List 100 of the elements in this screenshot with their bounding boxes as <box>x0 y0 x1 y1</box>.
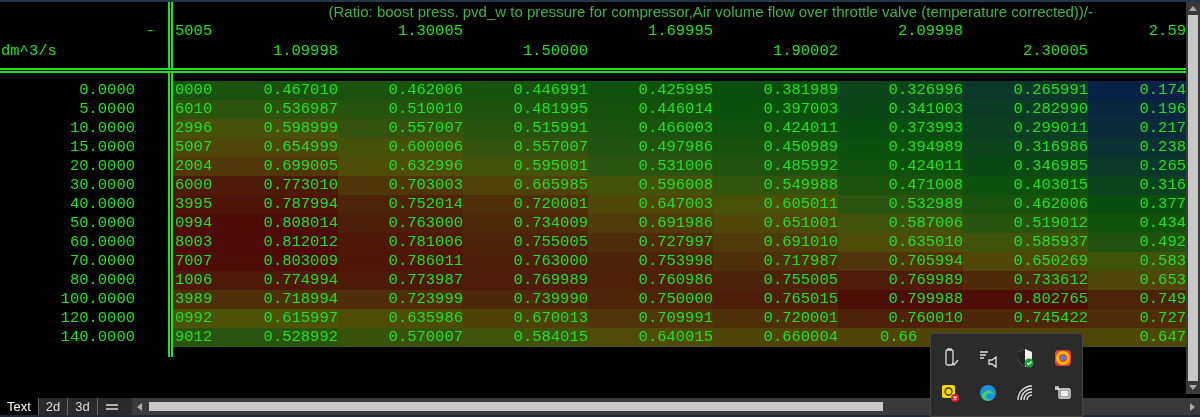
table-cell: 0.446991 <box>463 81 588 100</box>
table-cell: 0.462006 <box>963 195 1088 214</box>
table-cell: 0.691010 <box>713 233 838 252</box>
table-cell: 0.424011 <box>713 119 838 138</box>
scroll-right-icon <box>1189 401 1197 412</box>
table-cell: 0.536987 <box>213 100 338 119</box>
table-cell: 0.462006 <box>338 81 463 100</box>
scroll-up-icon <box>1188 4 1198 12</box>
table-cell: 0.727997 <box>588 233 713 252</box>
table-cell: 0.773987 <box>338 271 463 290</box>
axis-title: (Ratio: boost press. pvd_w to pressure for compressor,Air volume flow over throttle valve (temperature corrected))/- <box>328 2 1093 22</box>
browser-icon[interactable] <box>977 382 998 403</box>
table-cell: 0.703003 <box>338 176 463 195</box>
table-cell: 0.585937 <box>963 233 1088 252</box>
table-cell: 0.727 <box>1088 309 1186 328</box>
table-cell: 0.377 <box>1088 195 1186 214</box>
table-cell: 0.812012 <box>213 233 338 252</box>
table-cell: 0992 <box>173 309 213 328</box>
table-cell: 0.786011 <box>338 252 463 271</box>
row-header: 50.0000 <box>69 214 135 233</box>
table-cell: 0.769989 <box>838 271 963 290</box>
table-cell: 0.691986 <box>588 214 713 233</box>
table-cell: 3995 <box>173 195 213 214</box>
table-cell: 0.755005 <box>713 271 838 290</box>
table-cell: 0.174 <box>1088 81 1186 100</box>
table-cell: 0.265991 <box>963 81 1088 100</box>
table-cell: 0.596008 <box>588 176 713 195</box>
row-header: 30.0000 <box>69 176 135 195</box>
column-header: 1.50000 <box>522 42 588 62</box>
table-cell: 5007 <box>173 138 213 157</box>
table-cell: 7007 <box>173 252 213 271</box>
table-cell: 0.316986 <box>963 138 1088 157</box>
table-cell: 0.446014 <box>588 100 713 119</box>
table-cell: 0.755005 <box>463 233 588 252</box>
table-cell: 0.424011 <box>838 157 963 176</box>
table-cell: 0.650269 <box>963 252 1088 271</box>
table-cell: 0.515991 <box>463 119 588 138</box>
table-cell: 0.282990 <box>963 100 1088 119</box>
row-header: 120.0000 <box>60 309 135 328</box>
table-cell: 0.497986 <box>588 138 713 157</box>
table-cell: 0.326996 <box>838 81 963 100</box>
table-cell: 0.718994 <box>213 290 338 309</box>
table-cell: 0.640015 <box>588 328 713 347</box>
table-cell: 0.481995 <box>463 100 588 119</box>
table-cell: 0.557007 <box>338 119 463 138</box>
table-cell: 0.654999 <box>213 138 338 157</box>
row-header: 80.0000 <box>69 271 135 290</box>
table-cell: 0.763000 <box>463 252 588 271</box>
row-header: 5.0000 <box>79 100 135 119</box>
table-cell: 0.734009 <box>463 214 588 233</box>
table-cell: 0.653 <box>1088 271 1186 290</box>
table-cell: 0.600006 <box>338 138 463 157</box>
table-cell: 0.709991 <box>588 309 713 328</box>
vertical-scrollbar[interactable] <box>1186 2 1200 394</box>
table-cell: 0.720001 <box>713 309 838 328</box>
table-cell: 0994 <box>173 214 213 233</box>
table-cell: 0.531006 <box>588 157 713 176</box>
table-cell: 0.745422 <box>963 309 1088 328</box>
table-cell: 0.196 <box>1088 100 1186 119</box>
table-cell: 0.299011 <box>963 119 1088 138</box>
table-cell: 6000 <box>173 176 213 195</box>
table-cell: 0.749 <box>1088 290 1186 309</box>
table-cell: 0.635986 <box>338 309 463 328</box>
table-cell: 0000 <box>173 81 213 100</box>
table-cell: 0.733612 <box>963 271 1088 290</box>
row-header: 10.0000 <box>69 119 135 138</box>
row-header: 70.0000 <box>69 252 135 271</box>
table-cell: 0.635010 <box>838 233 963 252</box>
table-cell: 0.615997 <box>213 309 338 328</box>
column-header: 5005 <box>175 22 213 42</box>
table-cell: 0.471008 <box>838 176 963 195</box>
table-cell: 0.519012 <box>963 214 1088 233</box>
shield-check-icon[interactable] <box>1015 347 1036 368</box>
table-cell: 0.720001 <box>463 195 588 214</box>
column-header: 2.30005 <box>1022 42 1088 62</box>
table-cell: 0.510010 <box>338 100 463 119</box>
table-cell: 0.373993 <box>838 119 963 138</box>
table-cell: 3989 <box>173 290 213 309</box>
table-cell: 0.584015 <box>463 328 588 347</box>
table-cell: 0.787994 <box>213 195 338 214</box>
view-tab[interactable]: Text <box>0 398 38 415</box>
table-cell: 0.781006 <box>338 233 463 252</box>
table-cell: 0.647 <box>1088 328 1186 347</box>
table-cell: 0.769989 <box>463 271 588 290</box>
table-cell: 0.238 <box>1088 138 1186 157</box>
table-cell: 0.647003 <box>588 195 713 214</box>
table-cell: 0.605011 <box>713 195 838 214</box>
table-cell: 0.381989 <box>713 81 838 100</box>
table-cell: 0.394989 <box>838 138 963 157</box>
row-header: 40.0000 <box>69 195 135 214</box>
table-cell: 0.802765 <box>963 290 1088 309</box>
table-cell: 0.753998 <box>588 252 713 271</box>
color-ring-icon[interactable] <box>1053 347 1074 368</box>
app-badge-error-icon[interactable] <box>939 382 960 403</box>
table-cell: 0.763000 <box>338 214 463 233</box>
table-cell: 0.466003 <box>588 119 713 138</box>
table-cell: 0.803009 <box>213 252 338 271</box>
table-cell: 0.705994 <box>838 252 963 271</box>
table-cell: 2996 <box>173 119 213 138</box>
table-cell: 0.397003 <box>713 100 838 119</box>
